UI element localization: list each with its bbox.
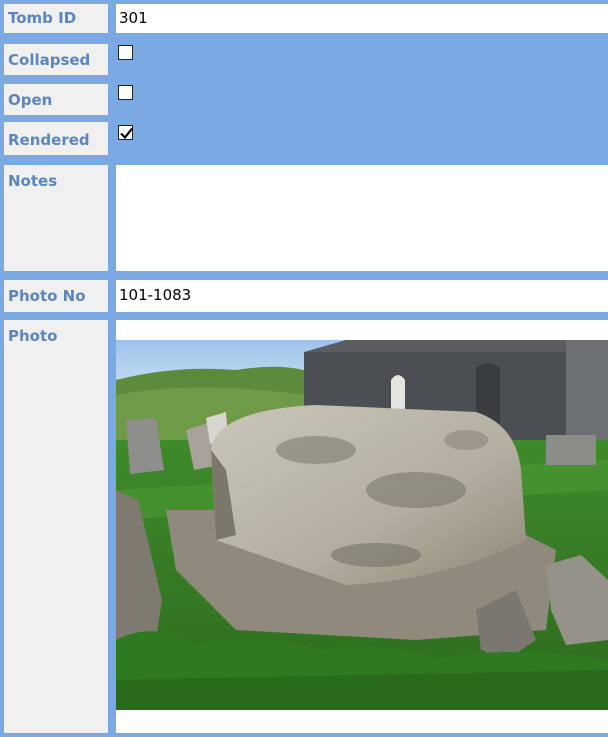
tomb-id-label: Tomb ID [4, 4, 108, 33]
checkmark-icon [120, 127, 133, 140]
notes-field[interactable] [116, 165, 608, 271]
open-label: Open [4, 84, 108, 115]
notes-label: Notes [4, 165, 108, 271]
photo-label: Photo [4, 320, 108, 733]
collapsed-checkbox[interactable] [118, 45, 133, 60]
open-checkbox[interactable] [118, 85, 133, 100]
tomb-id-field[interactable]: 301 [116, 4, 608, 33]
photo-no-field[interactable]: 101-1083 [116, 280, 608, 312]
photo-no-label: Photo No [4, 280, 108, 312]
collapsed-label: Collapsed [4, 44, 108, 75]
rendered-checkbox[interactable] [118, 125, 133, 140]
rendered-label: Rendered [4, 122, 108, 155]
tomb-photo [116, 340, 608, 710]
